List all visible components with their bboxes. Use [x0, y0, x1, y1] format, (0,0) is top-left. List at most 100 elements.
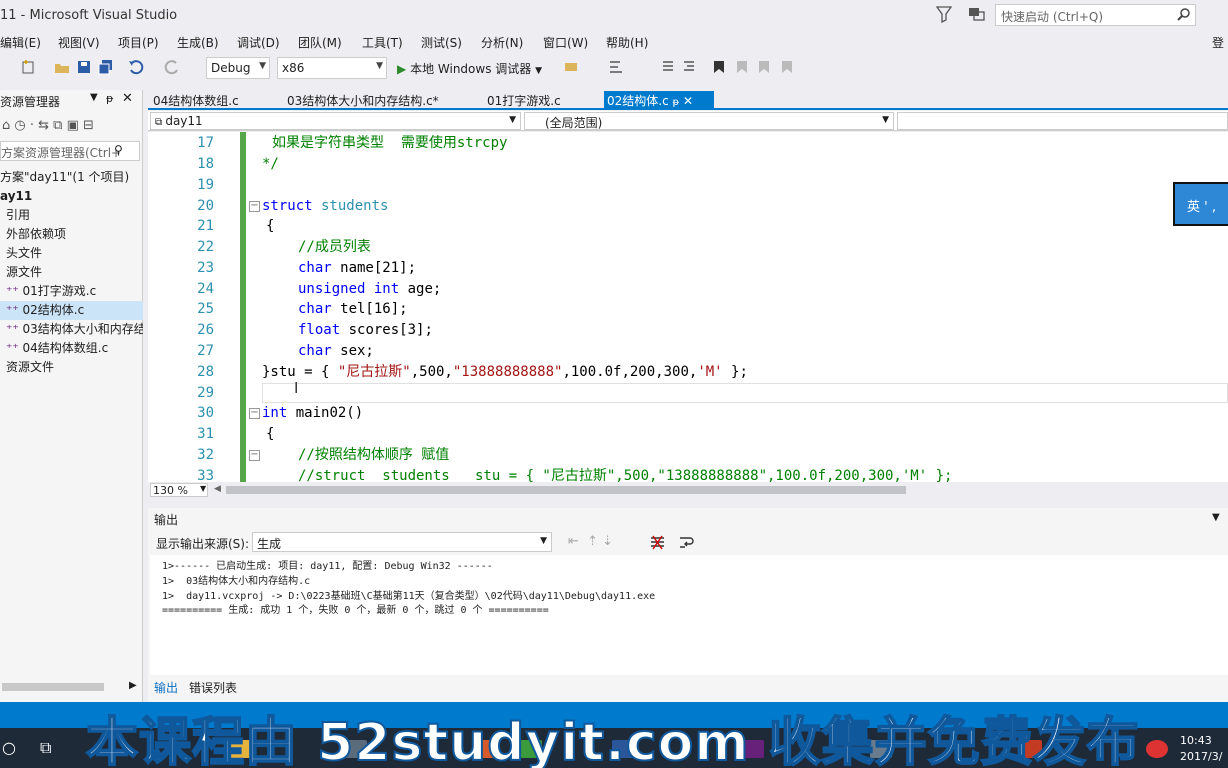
tab-01[interactable]: 01打字游戏.c [484, 91, 564, 109]
search-icon[interactable] [1177, 7, 1191, 21]
taskbar-clock[interactable]: 10:43 2017/3/ [1180, 733, 1222, 765]
tree-label: 04结构体数组.c [22, 341, 109, 355]
chevron-down-icon: ▼ [882, 115, 889, 125]
next-bookmark-icon[interactable] [756, 59, 772, 75]
step-icon[interactable] [608, 59, 624, 75]
task-view-icon[interactable]: ⧉ [40, 738, 51, 758]
scroll-right-icon[interactable]: ▶ [129, 680, 137, 691]
tree-label: 方案"day11"(1 个项目) [0, 170, 130, 184]
code-token: sex; [331, 343, 374, 359]
menu-test[interactable]: 测试(S) [421, 34, 462, 51]
project-dropdown[interactable]: ⧉ day11 ▼ [150, 112, 521, 130]
solution-toolbar[interactable]: ⌂ ◷ · ⇆ ⧉ ▣ ⊟ [2, 118, 94, 133]
ime-indicator[interactable]: 英 ' , [1173, 182, 1228, 226]
tree-resource-files[interactable]: 资源文件 [0, 358, 143, 377]
tree-label: 03结构体大小和内存结 [22, 322, 143, 336]
tree-source-files[interactable]: 源文件 [0, 263, 143, 282]
redo-icon[interactable] [164, 59, 180, 75]
tree-file-04[interactable]: ⁺⁺ 04结构体数组.c [0, 339, 143, 358]
search-icon[interactable]: ⚲ [114, 143, 123, 157]
zoom-value: 130 % [153, 484, 188, 497]
prev-bookmark-icon[interactable] [734, 59, 750, 75]
save-all-icon[interactable] [98, 59, 114, 75]
close-icon[interactable]: ✕ [122, 91, 133, 106]
code-line-30: int main02() [262, 403, 363, 423]
menu-build[interactable]: 生成(B) [177, 34, 219, 51]
tree-external-deps[interactable]: 外部依赖项 [0, 225, 143, 244]
sign-in-link[interactable]: 登 [1212, 34, 1224, 51]
output-line: 1> day11.vcxproj -> D:\0223基础班\C基础第11天（复… [162, 591, 656, 602]
word-wrap-icon[interactable] [679, 535, 694, 550]
undo-icon[interactable] [128, 59, 144, 75]
platform-select[interactable]: x86 ▼ [277, 57, 387, 79]
tree-file-03[interactable]: ⁺⁺ 03结构体大小和内存结 [0, 320, 143, 339]
pin-icon[interactable]: ᵽ [673, 97, 680, 108]
uncomment-lines-icon[interactable] [681, 59, 697, 75]
cortana-icon[interactable]: ○ [2, 738, 16, 757]
close-icon[interactable]: ✕ [683, 94, 693, 108]
chevron-down-icon: ▼ [200, 484, 207, 493]
editor-scroll-thumb[interactable] [226, 486, 906, 494]
sogou-ime-icon[interactable] [1146, 740, 1168, 758]
menu-team[interactable]: 团队(M) [298, 34, 342, 51]
tab-output[interactable]: 输出 [154, 679, 178, 696]
menu-view[interactable]: 视图(V) [58, 34, 100, 51]
quick-launch-input[interactable]: 快速启动 (Ctrl+Q) [995, 4, 1196, 26]
notification-filter-icon[interactable] [936, 5, 952, 23]
fold-toggle[interactable]: − [249, 450, 260, 461]
tree-header-files[interactable]: 头文件 [0, 244, 143, 263]
clear-all-icon[interactable] [650, 535, 665, 550]
code-token: }; [722, 364, 748, 380]
output-nav-icons[interactable]: ⇤ ⇡ ⇣ [568, 534, 613, 549]
comment-lines-icon[interactable] [660, 59, 676, 75]
browser-link-icon[interactable] [563, 59, 579, 75]
feedback-icon[interactable] [968, 6, 986, 22]
line-number: 19 [197, 177, 214, 193]
chevron-down-icon[interactable]: ▼ [1212, 512, 1220, 523]
code-line-32: //按照结构体顺序 赋值 [298, 447, 450, 463]
member-dropdown[interactable] [897, 112, 1228, 130]
menu-tools[interactable]: 工具(T) [362, 34, 403, 51]
line-number: 23 [197, 260, 214, 276]
menu-analyze[interactable]: 分析(N) [481, 34, 523, 51]
menu-debug[interactable]: 调试(D) [237, 34, 280, 51]
output-source-select[interactable]: 生成 ▼ [252, 532, 552, 552]
scroll-left-icon[interactable]: ◀ [214, 484, 221, 494]
tree-references[interactable]: 引用 [0, 206, 143, 225]
menu-help[interactable]: 帮助(H) [606, 34, 648, 51]
solution-scrollbar[interactable] [2, 683, 104, 691]
start-debugging-button[interactable]: ▶ 本地 Windows 调试器 ▼ [395, 57, 544, 79]
tree-solution[interactable]: 方案"day11"(1 个项目) [0, 168, 143, 187]
fold-toggle[interactable]: − [249, 201, 260, 212]
tree-file-01[interactable]: ⁺⁺ 01打字游戏.c [0, 282, 143, 301]
change-tracking-bar [240, 132, 246, 482]
code-token: "尼古拉斯" [337, 364, 411, 380]
config-select[interactable]: Debug ▼ [206, 57, 270, 79]
tab-04[interactable]: 04结构体数组.c [150, 91, 242, 109]
menu-edit[interactable]: 编辑(E) [0, 34, 41, 51]
code-token: struct [262, 198, 313, 214]
code-token: 'M' [697, 364, 723, 380]
platform-value: x86 [282, 61, 305, 75]
code-token: age; [399, 281, 442, 297]
tree-label: 头文件 [6, 246, 43, 260]
tree-project[interactable]: ay11 [0, 187, 143, 206]
tab-02-active[interactable]: 02结构体.c ᵽ ✕ [604, 91, 714, 109]
chevron-down-icon[interactable]: ▼ [90, 92, 98, 103]
code-line-23: char name[21]; [298, 258, 416, 278]
save-icon[interactable] [76, 59, 92, 75]
tree-file-02[interactable]: ⁺⁺ 02结构体.c [0, 301, 143, 320]
tab-03[interactable]: 03结构体大小和内存结构.c* [284, 91, 442, 109]
bookmark-icon[interactable] [711, 59, 727, 75]
new-project-icon[interactable] [20, 59, 36, 75]
fold-toggle[interactable]: − [249, 408, 260, 419]
pin-icon[interactable]: ᵽ [106, 92, 113, 105]
scope-dropdown[interactable]: (全局范围) ▼ [524, 112, 894, 130]
clear-bookmarks-icon[interactable] [779, 59, 795, 75]
open-file-icon[interactable] [54, 59, 70, 75]
watermark-text: 本课程由 52studyit.com 收集并免费发布 [85, 712, 1140, 768]
tab-error-list[interactable]: 错误列表 [189, 679, 237, 696]
line-number: 32 [197, 447, 214, 463]
menu-project[interactable]: 项目(P) [118, 34, 159, 51]
menu-window[interactable]: 窗口(W) [543, 34, 588, 51]
